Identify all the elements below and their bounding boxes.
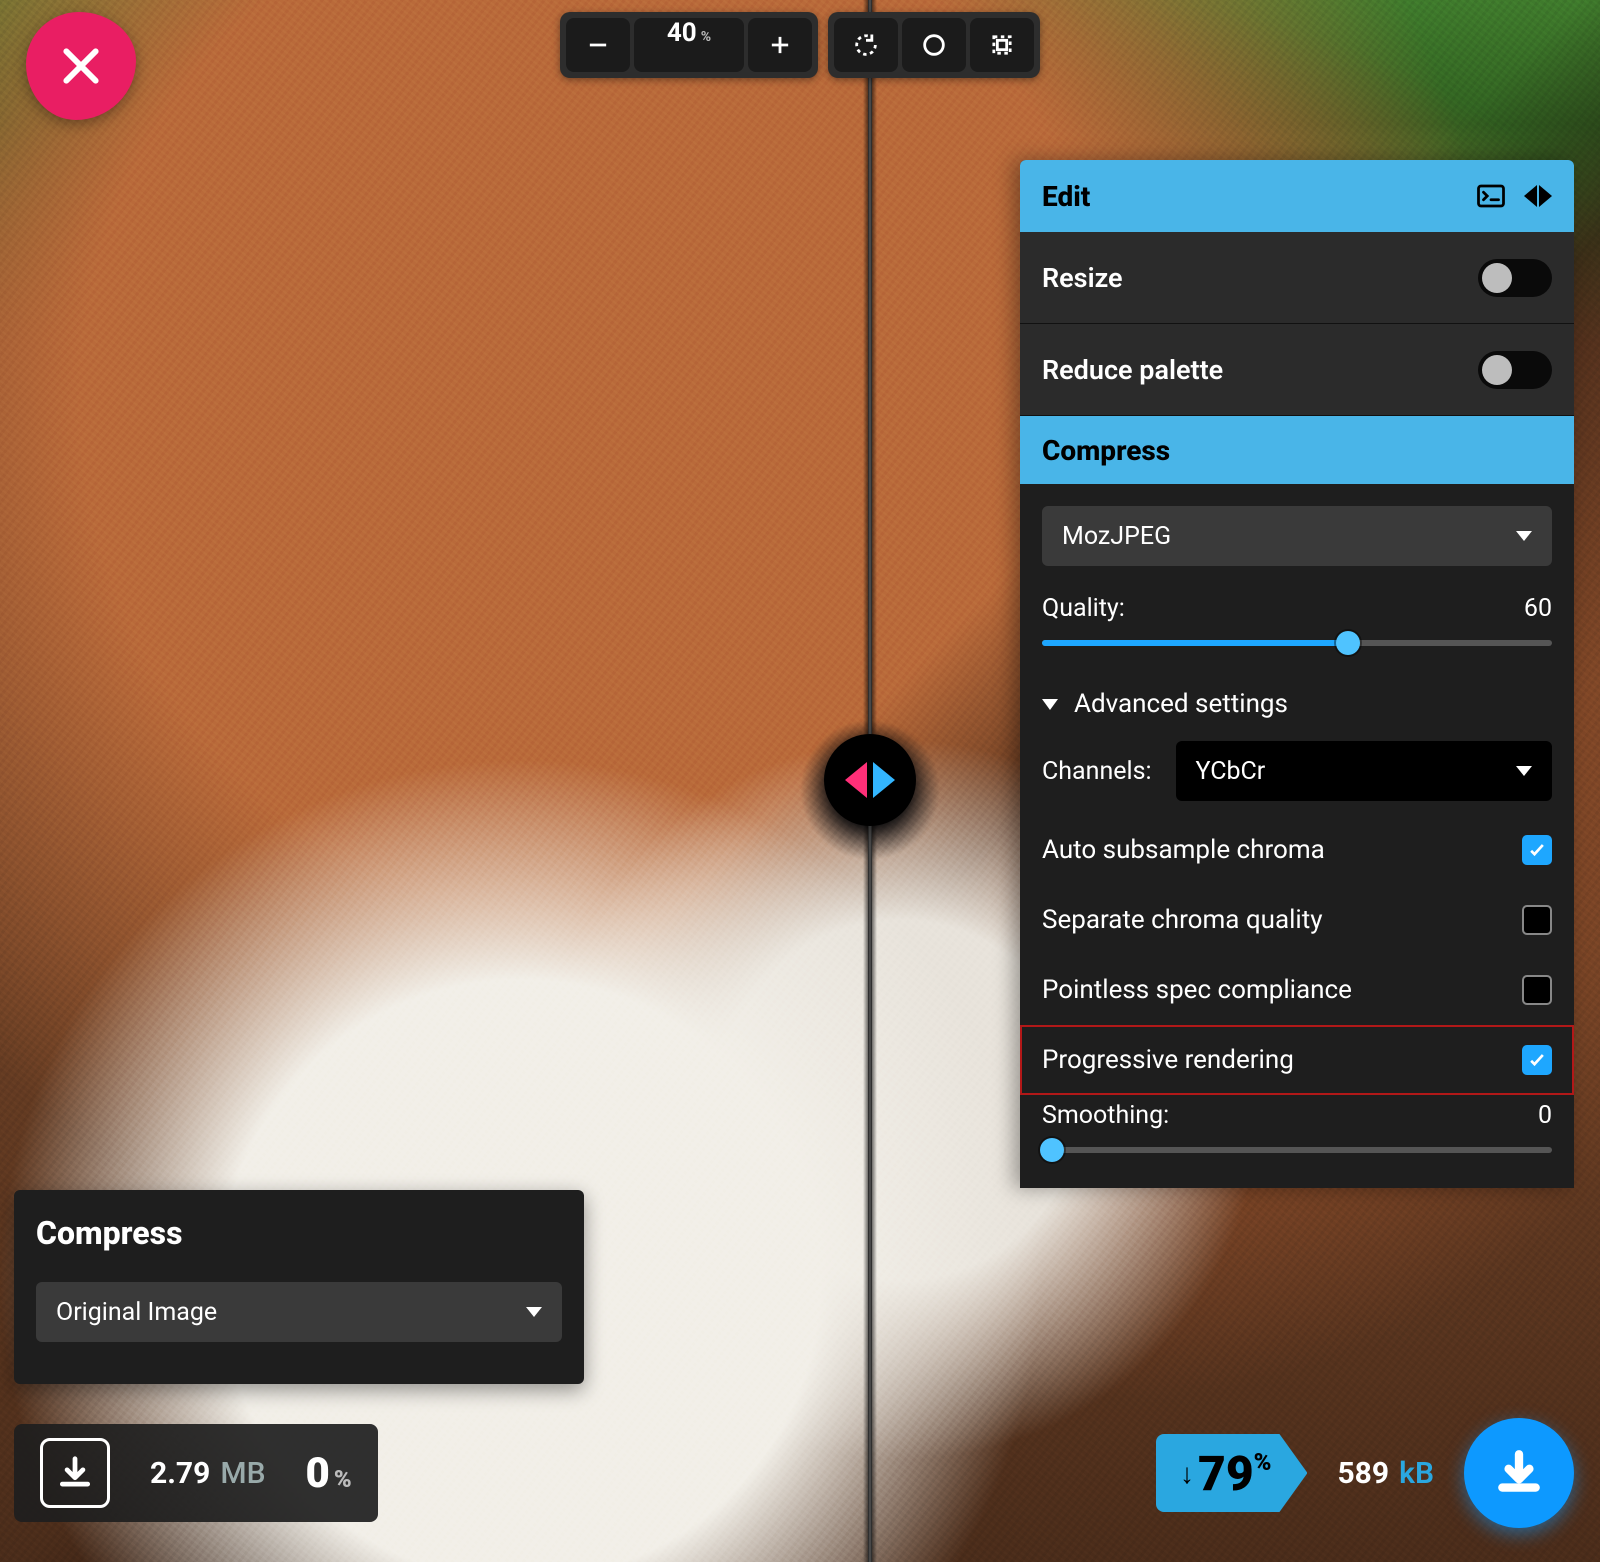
smoothing-value[interactable]: 0: [1538, 1101, 1552, 1130]
right-size-value: 589: [1337, 1456, 1389, 1491]
quality-value[interactable]: 60: [1524, 594, 1552, 623]
channels-label: Channels:: [1042, 757, 1152, 786]
left-delta: 0 %: [306, 1449, 352, 1498]
progressive-label: Progressive rendering: [1042, 1045, 1294, 1075]
resize-row: Resize: [1020, 232, 1574, 324]
zoom-group: 40 %: [560, 12, 818, 78]
compress-header: Compress: [1020, 416, 1574, 484]
smoothing-slider[interactable]: [1042, 1138, 1552, 1162]
progressive-row: Progressive rendering: [1020, 1025, 1574, 1095]
pointless-spec-row: Pointless spec compliance: [1020, 955, 1574, 1025]
channels-row: Channels: YCbCr: [1020, 727, 1574, 815]
reduce-palette-label: Reduce palette: [1042, 354, 1223, 386]
zoom-unit: %: [701, 29, 711, 45]
crop-icon: [988, 31, 1016, 59]
savings-unit: %: [1254, 1448, 1272, 1476]
rotate-button[interactable]: [834, 18, 898, 72]
resize-label: Resize: [1042, 262, 1123, 294]
quality-field: Quality: 60: [1020, 588, 1574, 665]
quality-label: Quality:: [1042, 594, 1125, 623]
minus-icon: [584, 31, 612, 59]
crop-button[interactable]: [970, 18, 1034, 72]
advanced-label: Advanced settings: [1074, 689, 1288, 719]
circle-icon: [920, 31, 948, 59]
left-compress-title: Compress: [36, 1214, 182, 1252]
left-size: 2.79 MB: [150, 1456, 266, 1491]
left-compress-header: Compress: [14, 1190, 584, 1260]
channels-value: YCbCr: [1196, 757, 1266, 786]
rotate-icon: [852, 31, 880, 59]
separate-chroma-label: Separate chroma quality: [1042, 905, 1323, 935]
smoothing-label: Smoothing:: [1042, 1101, 1169, 1130]
auto-subsample-row: Auto subsample chroma: [1020, 815, 1574, 885]
close-icon: [59, 44, 103, 88]
left-download-button[interactable]: [40, 1438, 110, 1508]
cli-icon[interactable]: [1476, 181, 1506, 211]
left-size-unit: MB: [220, 1456, 265, 1491]
edit-title: Edit: [1042, 180, 1090, 213]
triangle-right-icon: [873, 762, 895, 798]
left-size-value: 2.79: [150, 1456, 210, 1491]
left-compress-panel: Compress Original Image: [14, 1190, 584, 1384]
zoom-out-button[interactable]: [566, 18, 630, 72]
download-icon: [1494, 1448, 1544, 1498]
encoder-select[interactable]: MozJPEG: [1042, 506, 1552, 566]
triangle-left-icon: [1524, 185, 1537, 207]
chevron-down-icon: [1516, 766, 1532, 776]
right-output-bar: ↓ 79 % 589 kB: [1156, 1418, 1574, 1528]
triangle-left-icon: [845, 762, 867, 798]
savings-badge: ↓ 79 %: [1156, 1434, 1307, 1512]
pointless-spec-checkbox[interactable]: [1522, 975, 1552, 1005]
download-icon: [56, 1454, 94, 1492]
separate-chroma-row: Separate chroma quality: [1020, 885, 1574, 955]
quality-slider[interactable]: [1042, 631, 1552, 655]
check-icon: [1527, 1050, 1547, 1070]
left-encoder-value: Original Image: [56, 1298, 217, 1327]
zoom-in-button[interactable]: [748, 18, 812, 72]
left-delta-value: 0: [306, 1449, 330, 1498]
auto-subsample-label: Auto subsample chroma: [1042, 835, 1325, 865]
chevron-down-icon: [1516, 531, 1532, 541]
savings-value: 79: [1198, 1445, 1254, 1502]
check-icon: [1527, 840, 1547, 860]
left-output-bar: 2.79 MB 0 %: [14, 1424, 378, 1522]
chevron-down-icon: [1042, 699, 1058, 710]
edit-header: Edit: [1020, 160, 1574, 232]
settings-panel: Edit Resize Reduce palette Compress MozJ…: [1020, 160, 1574, 1188]
down-arrow-icon: ↓: [1180, 1457, 1194, 1490]
right-size-unit: kB: [1399, 1456, 1434, 1491]
progressive-checkbox[interactable]: [1522, 1045, 1552, 1075]
encoder-value: MozJPEG: [1062, 522, 1171, 551]
top-toolbar: 40 %: [560, 12, 1040, 78]
triangle-right-icon: [1539, 185, 1552, 207]
zoom-value[interactable]: 40 %: [634, 18, 744, 72]
compare-handle[interactable]: [824, 734, 916, 826]
advanced-settings-toggle[interactable]: Advanced settings: [1020, 665, 1574, 727]
background-toggle-button[interactable]: [902, 18, 966, 72]
zoom-number: 40: [667, 18, 697, 48]
separate-chroma-checkbox[interactable]: [1522, 905, 1552, 935]
transform-group: [828, 12, 1040, 78]
compress-title: Compress: [1042, 434, 1170, 467]
right-size: 589 kB: [1337, 1456, 1434, 1491]
channels-select[interactable]: YCbCr: [1176, 741, 1552, 801]
chevron-down-icon: [526, 1307, 542, 1317]
plus-icon: [766, 31, 794, 59]
smoothing-field: Smoothing: 0: [1020, 1095, 1574, 1188]
left-encoder-select[interactable]: Original Image: [36, 1282, 562, 1342]
pointless-spec-label: Pointless spec compliance: [1042, 975, 1352, 1005]
right-download-button[interactable]: [1464, 1418, 1574, 1528]
left-delta-unit: %: [334, 1465, 352, 1493]
resize-toggle[interactable]: [1478, 259, 1552, 297]
copy-across-button[interactable]: [1524, 185, 1552, 207]
auto-subsample-checkbox[interactable]: [1522, 835, 1552, 865]
reduce-palette-row: Reduce palette: [1020, 324, 1574, 416]
reduce-palette-toggle[interactable]: [1478, 351, 1552, 389]
